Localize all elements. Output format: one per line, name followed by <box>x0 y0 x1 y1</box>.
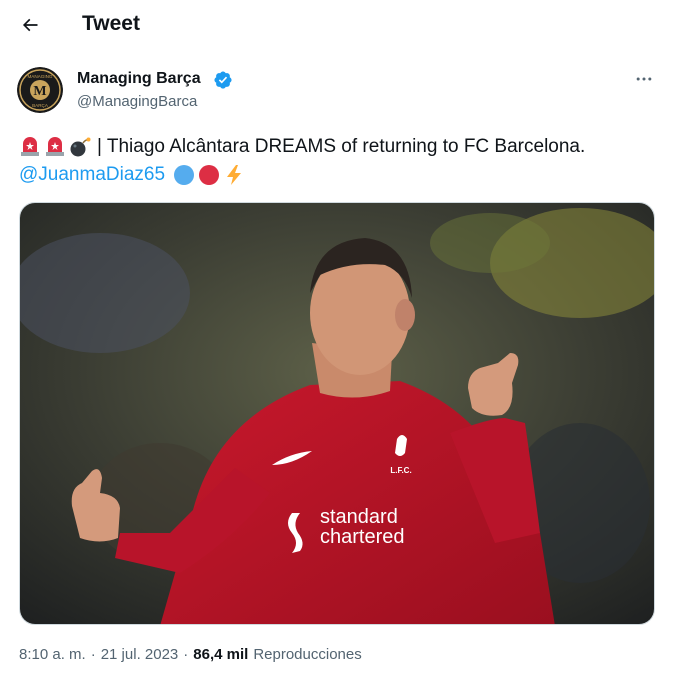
tweet-time[interactable]: 8:10 a. m. <box>19 646 86 663</box>
tweet-text-line: | Thiago Alcântara DREAMS of returning t… <box>19 134 585 160</box>
tweet-mention-line: @JuanmaDiaz65 <box>19 162 248 188</box>
avatar[interactable]: M MANAGING BARÇA <box>17 67 63 113</box>
mention-link[interactable]: @JuanmaDiaz65 <box>19 164 165 186</box>
meta-separator: · <box>183 646 189 663</box>
more-options-button[interactable] <box>626 64 662 94</box>
meta-separator: · <box>90 646 96 663</box>
tweet-body: | Thiago Alcântara DREAMS of returning t… <box>97 136 586 157</box>
tweet-media-image[interactable]: L.F.C. standard chartered <box>19 202 655 625</box>
managing-barca-logo: M MANAGING BARÇA <box>17 67 63 113</box>
rotating-light-icon <box>46 137 64 156</box>
arrow-left-icon <box>22 18 38 32</box>
tweet-date[interactable]: 21 jul. 2023 <box>101 646 179 663</box>
crest-text: L.F.C. <box>390 466 411 475</box>
tweet-meta: 8:10 a. m. · 21 jul. 2023 · 86,4 mil Rep… <box>19 646 362 663</box>
page-title: Tweet <box>82 12 140 35</box>
lightning-icon <box>227 165 242 185</box>
author-name[interactable]: Managing Barça <box>77 70 201 88</box>
top-bar: Tweet <box>0 0 675 50</box>
more-dots-icon <box>636 77 652 81</box>
player-photo: L.F.C. standard chartered <box>20 203 654 624</box>
author-handle[interactable]: @ManagingBarca <box>77 93 197 110</box>
rotating-light-icon <box>21 137 39 156</box>
verified-badge-icon <box>214 71 232 89</box>
back-button[interactable] <box>10 5 50 45</box>
sponsor-line2: chartered <box>320 526 405 548</box>
blue-circle-icon <box>174 165 195 185</box>
sponsor-line1: standard <box>320 506 398 528</box>
views-count: 86,4 mil <box>193 646 249 663</box>
red-circle-icon <box>199 165 220 185</box>
bomb-icon <box>70 137 91 157</box>
avatar-bottom-text: BARÇA <box>32 103 49 108</box>
views-label: Reproducciones <box>253 646 362 663</box>
avatar-letter: M <box>33 84 46 99</box>
avatar-top-text: MANAGING <box>27 74 52 79</box>
